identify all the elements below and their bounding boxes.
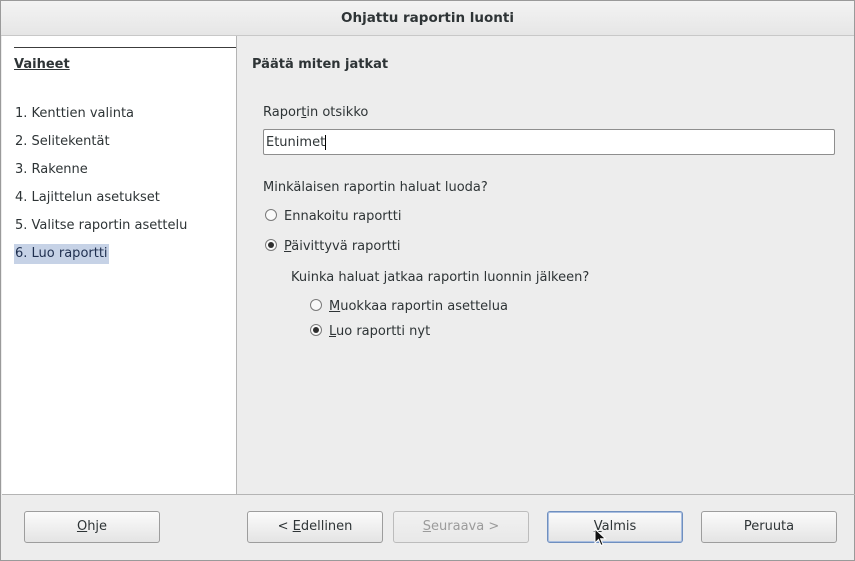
step-field-selection[interactable]: 1. Kenttien valinta	[14, 104, 135, 124]
window-title: Ohjattu raportin luonti	[1, 1, 854, 36]
after-creation-question: Kuinka haluat jatkaa raportin luonnin jä…	[291, 270, 590, 285]
sidebar-divider	[14, 47, 236, 48]
radio-off-icon	[310, 299, 322, 311]
next-button[interactable]: Seuraava >	[393, 511, 529, 543]
radio-off-icon	[265, 209, 277, 221]
steps-sidebar: Vaiheet 1. Kenttien valinta 2. Seliteken…	[2, 36, 237, 494]
step-sort-options[interactable]: 4. Lajittelun asetukset	[14, 188, 161, 208]
help-button[interactable]: Ohje	[24, 511, 160, 543]
cancel-button[interactable]: Peruuta	[701, 511, 837, 543]
steps-title: Vaiheet	[14, 57, 70, 72]
text-caret	[325, 135, 327, 150]
wizard-page: Päätä miten jatkat Raportin otsikko Etun…	[238, 36, 855, 494]
report-title-input[interactable]: Etunimet	[263, 129, 835, 155]
radio-on-icon	[310, 324, 322, 336]
back-button[interactable]: < Edellinen	[247, 511, 383, 543]
step-label-fields[interactable]: 2. Selitekentät	[14, 132, 111, 152]
radio-dynamic-report-label: Päivittyvä raportti	[284, 239, 401, 254]
radio-on-icon	[265, 239, 277, 251]
radio-static-report-label: Ennakoitu raportti	[284, 209, 402, 224]
report-type-question: Minkälaisen raportin haluat luoda?	[263, 180, 488, 195]
radio-dynamic-report[interactable]: Päivittyvä raportti	[265, 238, 401, 256]
report-wizard-window: Ohjattu raportin luonti Vaiheet 1. Kentt…	[0, 0, 855, 561]
radio-modify-layout-label: Muokkaa raportin asettelua	[329, 299, 508, 314]
radio-create-now-label: Luo raportti nyt	[329, 324, 431, 339]
radio-create-now[interactable]: Luo raportti nyt	[310, 323, 430, 341]
report-title-value: Etunimet	[266, 135, 326, 150]
step-choose-layout[interactable]: 5. Valitse raportin asettelu	[14, 216, 188, 236]
step-create-report[interactable]: 6. Luo raportti	[14, 244, 109, 264]
step-grouping[interactable]: 3. Rakenne	[14, 160, 89, 180]
page-heading: Päätä miten jatkat	[252, 57, 389, 72]
finish-button[interactable]: Valmis	[547, 511, 683, 543]
mouse-pointer-icon	[594, 528, 607, 547]
radio-modify-layout[interactable]: Muokkaa raportin asettelua	[310, 298, 508, 316]
radio-static-report[interactable]: Ennakoitu raportti	[265, 208, 401, 226]
report-title-label: Raportin otsikko	[263, 105, 369, 120]
button-bar-divider	[2, 494, 855, 495]
